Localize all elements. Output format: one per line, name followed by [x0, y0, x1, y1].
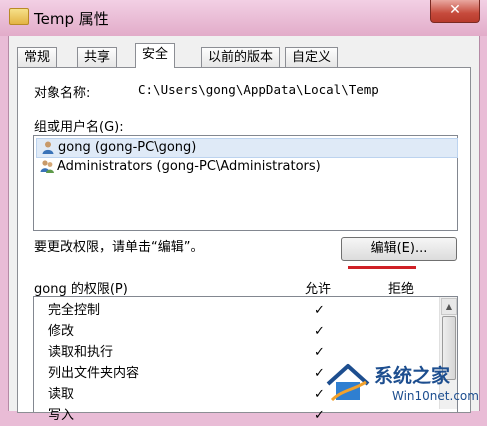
object-name-value: C:\Users\gong\AppData\Local\Temp — [138, 82, 379, 97]
tab-sharing[interactable]: 共享 — [77, 47, 118, 67]
tab-security[interactable]: 安全 — [135, 43, 176, 68]
permission-row-label: 修改 — [48, 324, 75, 339]
object-name-label: 对象名称: — [34, 86, 91, 101]
title-bar: Temp 属性 ✕ — [0, 0, 487, 36]
watermark-brand: 系统之家 — [374, 365, 451, 387]
watermark: 系统之家 Win10net.com — [318, 356, 487, 411]
permission-row-label: 读取和执行 — [48, 345, 114, 360]
permission-row-label: 读取 — [48, 387, 75, 402]
group-name: Administrators (gong-PC\Administrators) — [57, 159, 321, 174]
window-title: Temp 属性 — [34, 10, 109, 28]
group-name: gong (gong-PC\gong) — [58, 140, 197, 155]
allow-check-icon: ✓ — [314, 324, 325, 339]
list-item[interactable]: gong (gong-PC\gong) — [36, 138, 458, 158]
highlight-underline — [348, 266, 416, 269]
folder-icon — [9, 8, 29, 25]
allow-check-icon: ✓ — [314, 303, 325, 318]
permission-row-label: 写入 — [48, 408, 75, 423]
edit-button[interactable]: 编辑(E)... — [341, 237, 457, 261]
house-logo-icon — [326, 364, 370, 402]
permissions-label: gong 的权限(P) — [34, 282, 128, 297]
groups-label: 组或用户名(G): — [34, 120, 124, 135]
users-group-icon — [40, 159, 54, 173]
user-icon — [42, 141, 54, 154]
close-button[interactable]: ✕ — [430, 0, 480, 23]
tab-previous-versions[interactable]: 以前的版本 — [201, 47, 281, 67]
watermark-url: Win10net.com — [392, 389, 479, 403]
deny-column-header: 拒绝 — [388, 282, 415, 297]
permission-row-label: 列出文件夹内容 — [48, 366, 140, 381]
permission-row-label: 完全控制 — [48, 303, 101, 318]
tab-general[interactable]: 常规 — [17, 47, 58, 67]
tab-customize[interactable]: 自定义 — [285, 47, 339, 67]
allow-column-header: 允许 — [305, 282, 332, 297]
list-item[interactable]: Administrators (gong-PC\Administrators) — [36, 158, 321, 176]
scroll-up-icon[interactable]: ▲ — [441, 298, 457, 315]
groups-listbox[interactable]: gong (gong-PC\gong) Administrators (gong… — [33, 135, 458, 231]
change-permissions-hint: 要更改权限，请单击“编辑”。 — [34, 240, 204, 255]
